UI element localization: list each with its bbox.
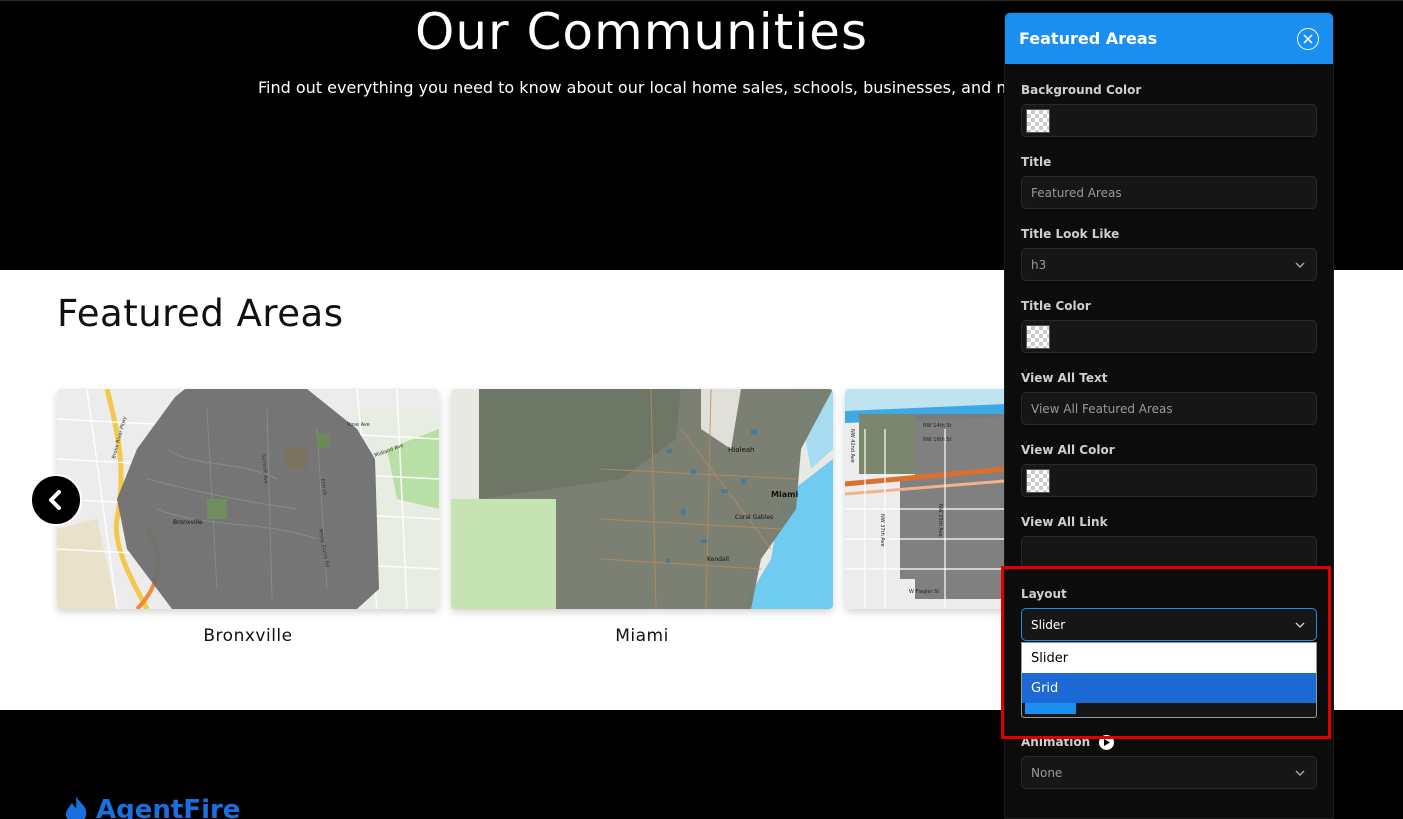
slider-prev-button[interactable] bbox=[30, 474, 82, 526]
flame-icon bbox=[65, 796, 87, 819]
transparent-swatch-icon bbox=[1026, 468, 1050, 493]
animation-value: None bbox=[1031, 765, 1063, 780]
map-label-kendall: Kendall bbox=[707, 556, 729, 563]
bronxville-map: Bronxville Rose Ave Midland Ave Elm Lk S… bbox=[57, 389, 439, 609]
title-color-label: Title Color bbox=[1021, 299, 1091, 313]
animation-select[interactable]: None bbox=[1021, 756, 1317, 789]
title-look-value: h3 bbox=[1031, 257, 1047, 272]
layout-option-grid[interactable]: Grid bbox=[1022, 673, 1316, 703]
view-all-text-label: View All Text bbox=[1021, 371, 1108, 385]
info-icon[interactable] bbox=[1099, 735, 1115, 750]
title-color-picker[interactable] bbox=[1021, 320, 1317, 353]
map-label-nw-25th: NW 25th Ave bbox=[937, 504, 943, 537]
transparent-swatch-icon bbox=[1026, 108, 1050, 133]
view-all-link-label: View All Link bbox=[1021, 515, 1108, 529]
map-label-w-flagler: W Flagler St bbox=[909, 589, 939, 595]
view-all-color-label: View All Color bbox=[1021, 443, 1115, 457]
map-label-nw-42nd: NW 42nd Ave bbox=[849, 429, 855, 463]
chevron-left-icon bbox=[49, 490, 61, 510]
logo-text: AgentFire bbox=[96, 795, 241, 819]
area-card-label[interactable]: Bronxville bbox=[57, 626, 439, 646]
animation-label-text: Animation bbox=[1021, 735, 1091, 749]
map-label-bronxville: Bronxville bbox=[173, 519, 203, 526]
title-look-select[interactable]: h3 bbox=[1021, 248, 1317, 281]
featured-areas-title: Featured Areas bbox=[57, 292, 344, 335]
featured-areas-settings-panel: Featured Areas Background Color Title Fe… bbox=[1004, 12, 1334, 819]
play-icon bbox=[1104, 739, 1111, 746]
layout-option-slider[interactable]: Slider bbox=[1022, 643, 1316, 673]
background-color-picker[interactable] bbox=[1021, 104, 1317, 137]
panel-header: Featured Areas bbox=[1005, 13, 1333, 64]
miami-map: Hialeah Miami Coral Gables Kendall bbox=[451, 389, 833, 609]
area-card-label[interactable]: Miami bbox=[451, 626, 833, 646]
close-icon bbox=[1303, 33, 1313, 44]
map-label-nw-16th: NW 16th St bbox=[923, 437, 952, 443]
animation-label: Animation bbox=[1021, 735, 1115, 750]
map-label-miami: Miami bbox=[771, 490, 798, 499]
area-map-bronxville: Bronxville Rose Ave Midland Ave Elm Lk S… bbox=[57, 389, 439, 609]
hidden-control-behind-dropdown bbox=[1022, 703, 1316, 717]
area-card-miami[interactable]: Hialeah Miami Coral Gables Kendall Miami bbox=[451, 389, 833, 646]
map-label-nw-37th: NW 37th Ave bbox=[879, 514, 885, 547]
hero-subtitle: Find out everything you need to know abo… bbox=[258, 78, 1022, 97]
layout-label: Layout bbox=[1021, 587, 1067, 601]
view-all-text-input[interactable]: View All Featured Areas bbox=[1021, 392, 1317, 425]
layout-value: Slider bbox=[1031, 617, 1066, 632]
area-card-bronxville[interactable]: Bronxville Rose Ave Midland Ave Elm Lk S… bbox=[57, 389, 439, 646]
view-all-color-picker[interactable] bbox=[1021, 464, 1317, 497]
title-input[interactable]: Featured Areas bbox=[1021, 176, 1317, 209]
map-label-nw-14th: NW 14th St bbox=[923, 423, 952, 429]
agentfire-logo[interactable]: AgentFire bbox=[60, 794, 240, 819]
title-label: Title bbox=[1021, 155, 1052, 169]
chevron-down-icon bbox=[1295, 262, 1305, 268]
layout-select[interactable]: Slider bbox=[1021, 608, 1317, 641]
map-label-rose-ave: Rose Ave bbox=[347, 422, 370, 428]
transparent-swatch-icon bbox=[1026, 324, 1050, 349]
map-label-hialeah: Hialeah bbox=[728, 446, 754, 454]
chevron-down-icon bbox=[1295, 770, 1305, 776]
panel-close-button[interactable] bbox=[1297, 27, 1319, 50]
layout-dropdown-list: Slider Grid bbox=[1021, 642, 1317, 718]
panel-title: Featured Areas bbox=[1019, 29, 1158, 48]
title-look-label: Title Look Like bbox=[1021, 227, 1120, 241]
background-color-label: Background Color bbox=[1021, 83, 1142, 97]
view-all-link-input[interactable] bbox=[1021, 536, 1317, 569]
chevron-down-icon bbox=[1295, 622, 1305, 628]
area-map-miami: Hialeah Miami Coral Gables Kendall bbox=[451, 389, 833, 609]
map-label-coral-gables: Coral Gables bbox=[735, 514, 773, 521]
